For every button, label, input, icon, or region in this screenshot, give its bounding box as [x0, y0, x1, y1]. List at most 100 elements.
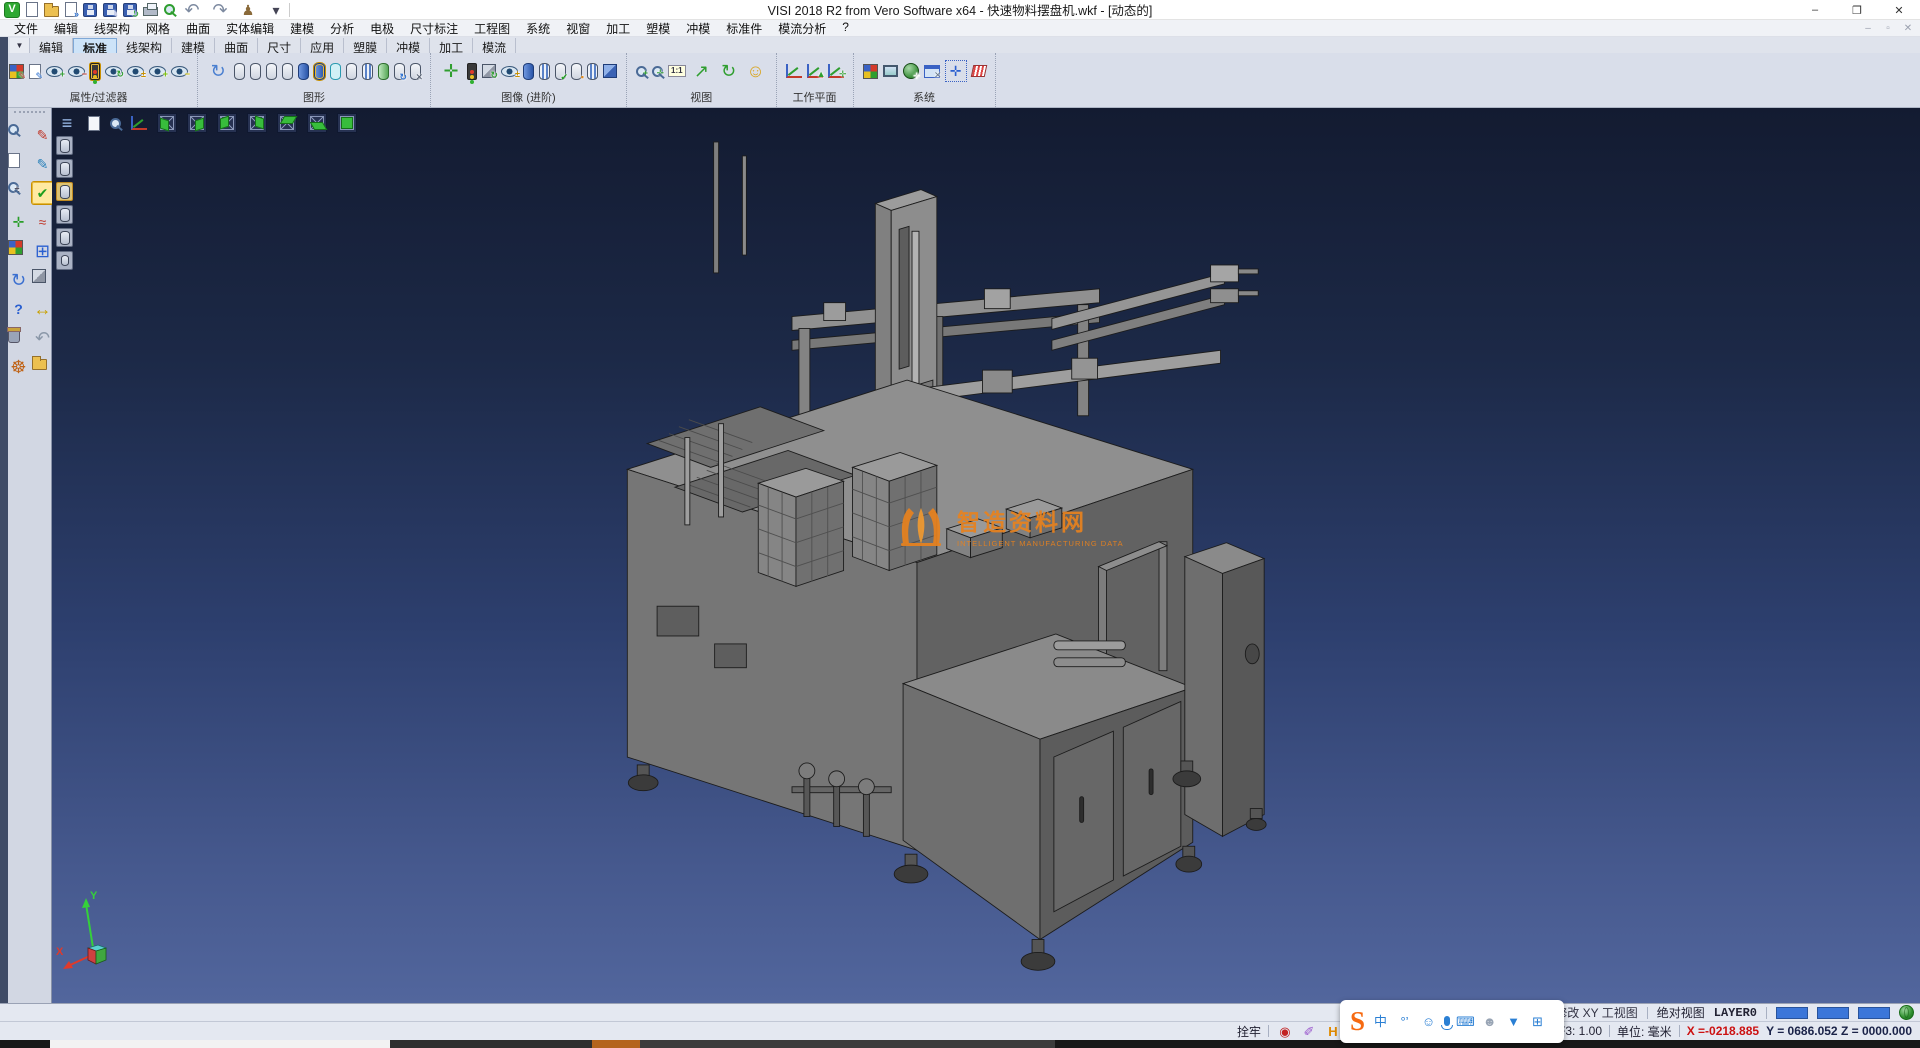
panel-grip[interactable]	[14, 111, 45, 117]
attributes-palette-icon[interactable]: ✎	[9, 64, 24, 79]
system-table-icon[interactable]	[970, 65, 987, 77]
mdi-minimize-icon[interactable]: –	[1860, 23, 1876, 34]
adv-slice-icon[interactable]	[587, 63, 598, 80]
move-axes-icon[interactable]: ✛	[8, 211, 30, 233]
tab-dropdown-icon[interactable]: ▼	[10, 38, 30, 53]
workplane-align-icon[interactable]: ▲	[807, 64, 823, 78]
properties-page-icon[interactable]: ✎	[29, 64, 41, 79]
adv-toggle-icon[interactable]: ±	[501, 66, 518, 77]
system-layout-icon[interactable]: ✕	[924, 65, 940, 78]
menu-wireframe[interactable]: 线架构	[86, 19, 138, 38]
restore-button[interactable]: ❐	[1836, 0, 1878, 20]
mdi-restore-icon[interactable]: ▫	[1880, 23, 1896, 34]
view-zoom-icon[interactable]	[110, 118, 121, 129]
layer-filter-6[interactable]	[56, 251, 73, 270]
refresh-view-icon[interactable]: ↻	[8, 269, 30, 291]
dashed-hidden-mode-icon[interactable]	[266, 63, 277, 80]
view-cube-iso-icon[interactable]	[337, 113, 357, 133]
macro-icon[interactable]: ♟	[237, 0, 259, 21]
view-cube-back-left-icon[interactable]	[217, 113, 237, 133]
adv-filters-icon[interactable]	[467, 63, 477, 80]
zoom-in-icon[interactable]: +	[636, 66, 647, 77]
compass-wheel-icon[interactable]: ☸	[8, 356, 30, 378]
adv-shaded-icon[interactable]	[523, 63, 534, 80]
zoom-ratio-icon[interactable]: 1:1	[668, 65, 686, 77]
menu-flow[interactable]: 模流分析	[770, 19, 834, 38]
adv-validate-icon[interactable]: ✔	[555, 63, 566, 80]
view-cube-back-right-icon[interactable]	[247, 113, 267, 133]
transparent-mode-icon[interactable]	[330, 63, 341, 80]
menu-progress[interactable]: 冲模	[678, 19, 718, 38]
grid-window-icon[interactable]: ⊞	[32, 240, 54, 262]
record-snap-icon[interactable]: ◉	[1276, 1023, 1294, 1039]
tab-wireframe[interactable]: 线架构	[117, 38, 172, 53]
undo-swoosh-icon[interactable]: ↶	[32, 327, 54, 349]
layer-filter-5[interactable]	[56, 228, 73, 247]
view-line-icon[interactable]: ↗	[691, 60, 713, 82]
open-file-icon[interactable]	[44, 6, 59, 17]
save-as-icon[interactable]: ✎	[103, 3, 117, 17]
layer-filter-3[interactable]	[56, 182, 73, 201]
menu-help[interactable]: ?	[834, 19, 857, 38]
shade-options-icon[interactable]: ✕	[410, 63, 421, 80]
wireframe-mode-icon[interactable]	[234, 63, 245, 80]
menu-machining[interactable]: 加工	[598, 19, 638, 38]
tab-application[interactable]: 应用	[301, 38, 344, 53]
save-icon[interactable]	[83, 3, 97, 17]
menu-drawing[interactable]: 工程图	[466, 19, 518, 38]
adv-move-icon[interactable]: ✛	[440, 60, 462, 82]
view-plane-icon[interactable]	[88, 116, 100, 131]
tab-mould[interactable]: 塑膜	[344, 38, 387, 53]
view-mode-status[interactable]: 绝对视图	[1657, 1004, 1705, 1021]
active-layer-label[interactable]: LAYER0	[1714, 1006, 1757, 1020]
menu-surface[interactable]: 曲面	[178, 19, 218, 38]
new-file-icon[interactable]	[26, 2, 38, 17]
outline-mode-icon[interactable]	[346, 63, 357, 80]
measure-icon[interactable]: ↔	[32, 298, 54, 320]
view-cube-top-icon[interactable]	[277, 113, 297, 133]
layer-filter-4[interactable]	[56, 205, 73, 224]
section-mode-icon[interactable]	[362, 63, 373, 80]
menu-system[interactable]: 系统	[518, 19, 558, 38]
undo-icon[interactable]: ↶	[181, 0, 203, 21]
view-menu-icon[interactable]: ≡	[56, 112, 78, 134]
plane-handles-icon[interactable]	[8, 153, 20, 168]
dynamic-shade-icon[interactable]: ↻	[394, 63, 405, 80]
taskbar[interactable]	[0, 1040, 1920, 1048]
ime-logo[interactable]: S	[1350, 1006, 1365, 1037]
solid-cube-icon[interactable]	[32, 269, 46, 283]
refresh-visibility-icon[interactable]: ↻	[105, 66, 122, 77]
view-cube-right-icon[interactable]	[187, 113, 207, 133]
menu-standard-parts[interactable]: 标准件	[718, 19, 770, 38]
show-entities-icon[interactable]: +	[46, 66, 63, 77]
layer-filter-1[interactable]	[56, 136, 73, 155]
preview-icon[interactable]	[164, 4, 175, 15]
tab-dimension[interactable]: 尺寸	[258, 38, 301, 53]
view-cube-left-icon[interactable]	[157, 113, 177, 133]
tab-standard[interactable]: 标准	[73, 38, 117, 53]
show-all-icon[interactable]: +	[149, 66, 166, 77]
ime-skin-icon[interactable]: ▼	[1505, 1013, 1522, 1030]
ime-keyboard-icon[interactable]: ⌨	[1457, 1013, 1474, 1030]
menu-window[interactable]: 视窗	[558, 19, 598, 38]
adv-section-icon[interactable]	[539, 63, 550, 80]
adv-tag-icon[interactable]: ▪	[571, 63, 582, 80]
tab-progress[interactable]: 冲模	[387, 38, 430, 53]
help-icon[interactable]: ?	[8, 298, 30, 320]
import-file-icon[interactable]: »	[65, 2, 77, 17]
ime-account-icon[interactable]: ☻	[1481, 1013, 1498, 1030]
view-cube-bottom-icon[interactable]	[307, 113, 327, 133]
zoom-all-icon[interactable]: ✛	[652, 66, 663, 77]
taskbar-segment-dark[interactable]	[390, 1040, 592, 1048]
regen-graphics-icon[interactable]: ↻	[207, 60, 229, 82]
layer-filter-2[interactable]	[56, 159, 73, 178]
curve-edit-icon[interactable]: ≈	[32, 211, 54, 233]
hidden-line-mode-icon[interactable]	[250, 63, 261, 80]
redo-icon[interactable]: ↷	[209, 0, 231, 21]
zoom-solid-icon[interactable]: ±	[8, 182, 19, 193]
menu-mould[interactable]: 塑模	[638, 19, 678, 38]
taskbar-segment-light[interactable]	[50, 1040, 390, 1048]
view-refresh-icon[interactable]: ↻	[718, 60, 740, 82]
ime-emoji-icon[interactable]: ☺	[1420, 1013, 1437, 1030]
toolbar-options-icon[interactable]: ▾	[265, 0, 287, 21]
